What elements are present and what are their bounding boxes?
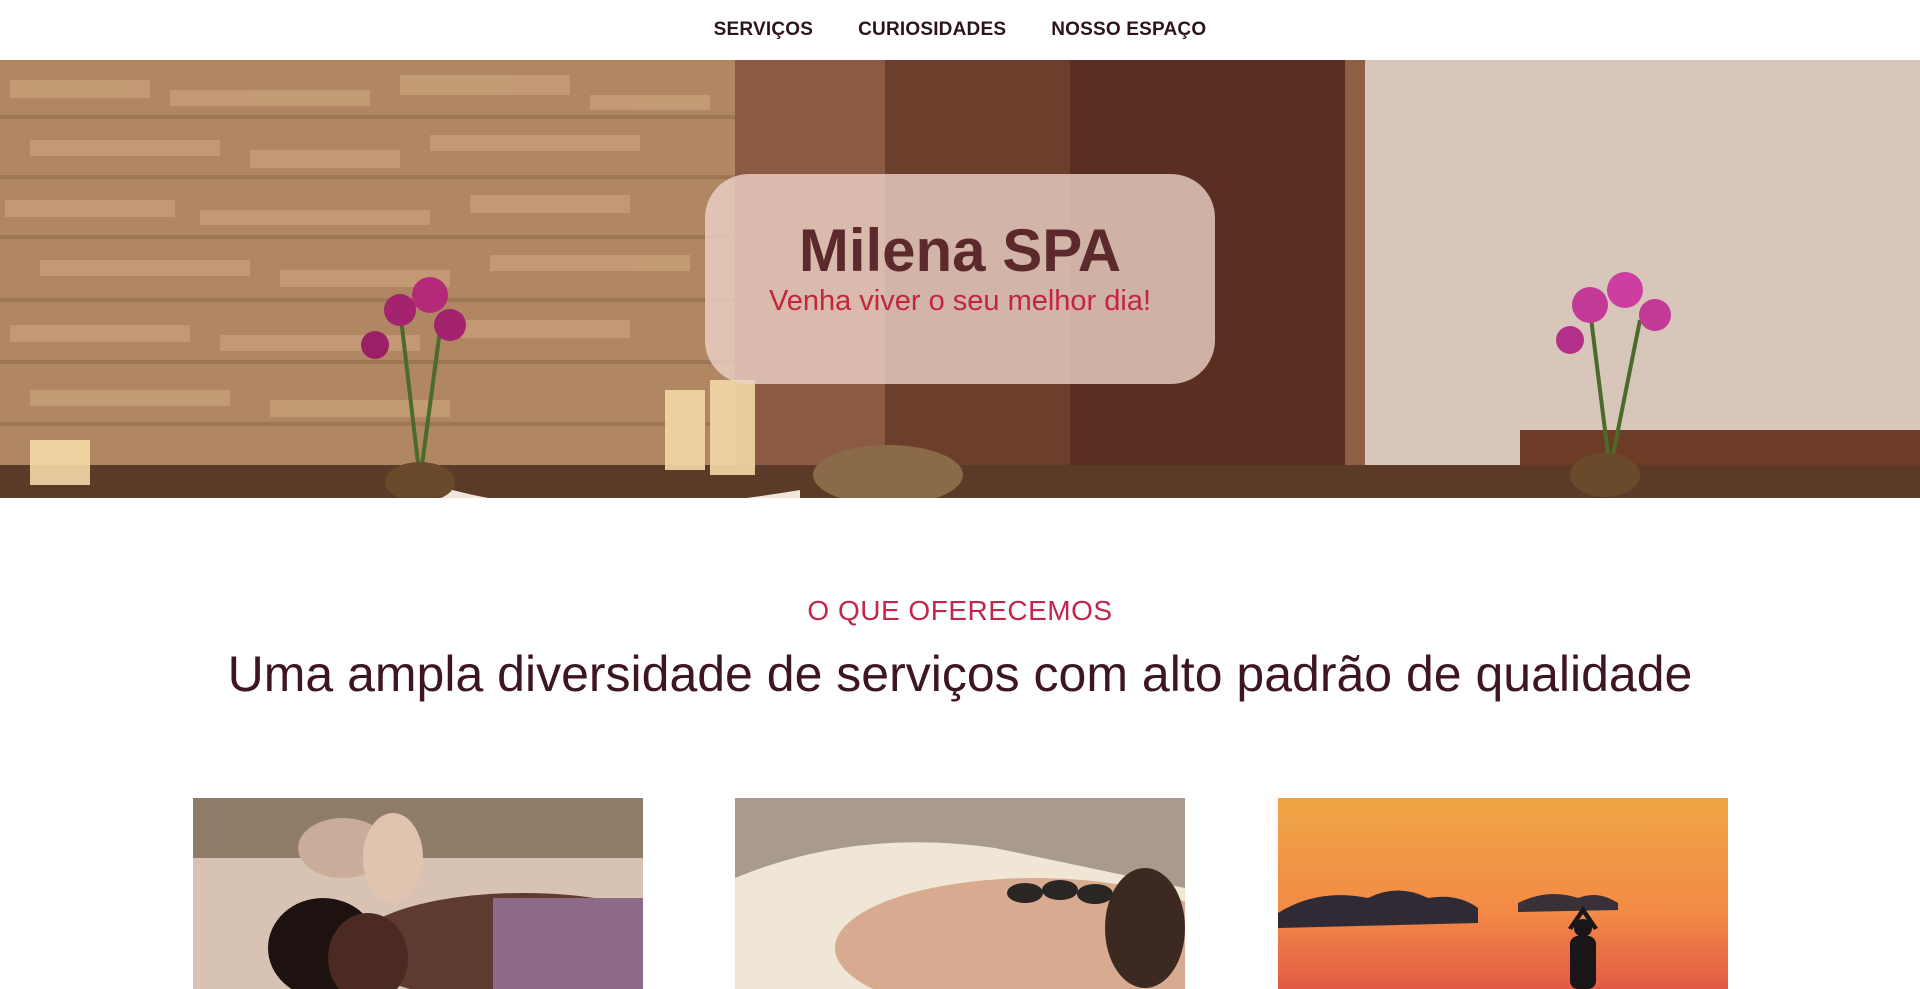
services-title: Uma ampla diversidade de serviços com al… — [227, 646, 1693, 702]
services-eyebrow: O QUE OFERECEMOS — [807, 595, 1113, 626]
nav-link-nosso-espaco[interactable]: NOSSO ESPAÇO — [1051, 15, 1206, 45]
massage-photo — [193, 798, 643, 989]
services-intro: O QUE OFERECEMOS Uma ampla diversidade d… — [0, 595, 1920, 703]
service-card-hot-stones[interactable] — [735, 798, 1185, 989]
hero-title: Milena SPA — [798, 216, 1122, 284]
top-navigation: SERVIÇOS CURIOSIDADES NOSSO ESPAÇO — [0, 0, 1920, 60]
nav-link-curiosidades[interactable]: CURIOSIDADES — [858, 15, 1006, 45]
hero-title-card: Milena SPA Venha viver o seu melhor dia! — [705, 174, 1215, 384]
hot-stones-photo — [735, 798, 1185, 989]
service-card-yoga[interactable] — [1278, 798, 1728, 989]
hero-banner: Milena SPA Venha viver o seu melhor dia! — [0, 60, 1920, 498]
service-card-massage[interactable] — [193, 798, 643, 989]
yoga-sunset-photo — [1278, 798, 1728, 989]
nav-link-servicos[interactable]: SERVIÇOS — [714, 15, 813, 45]
hero-subtitle: Venha viver o seu melhor dia! — [768, 284, 1152, 317]
service-cards — [0, 798, 1920, 989]
